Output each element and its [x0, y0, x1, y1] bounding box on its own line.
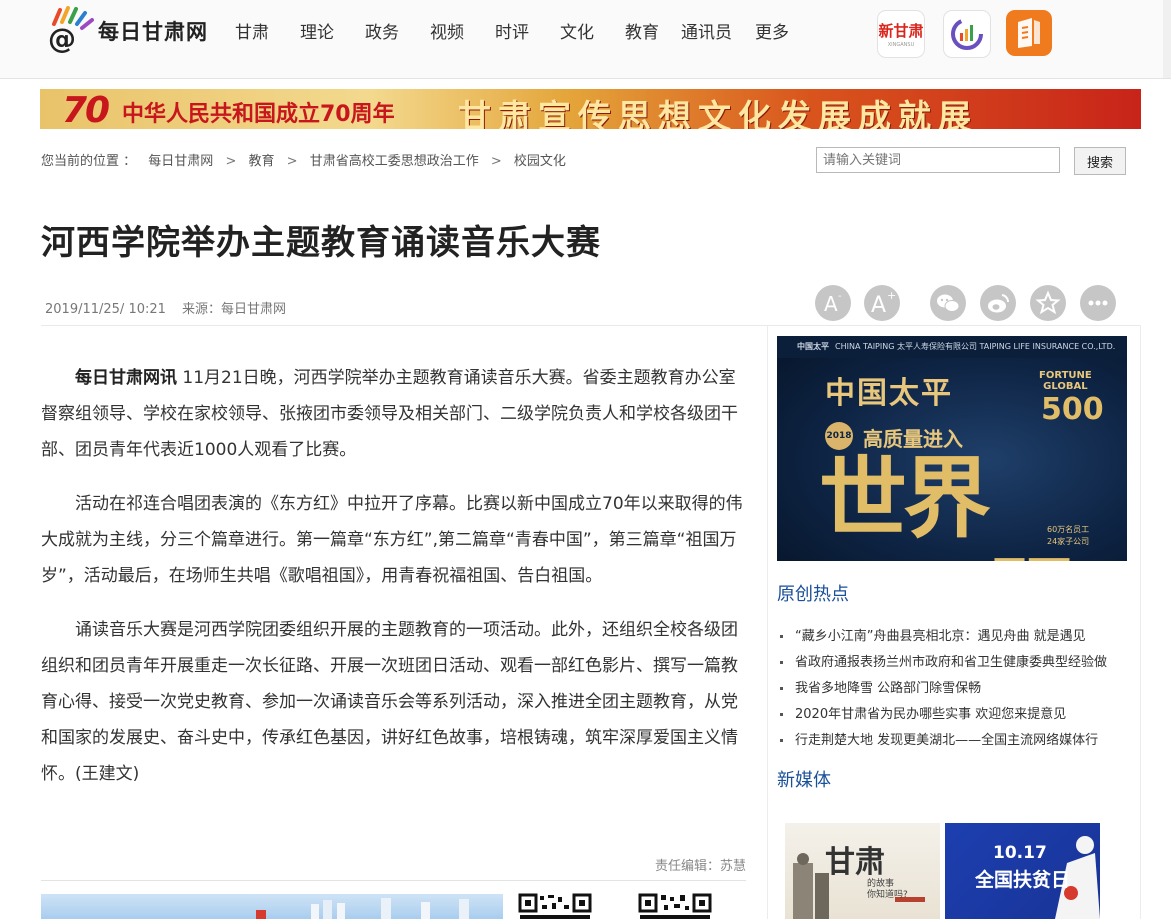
article-source: 来源：每日甘肃网: [182, 302, 287, 317]
exhibition-banner[interactable]: 70 中华人民共和国成立70周年 甘肃宣传思想文化发展成就展: [40, 89, 1141, 129]
wechat-icon[interactable]: [930, 285, 966, 321]
responsible-editor: 责任编辑：苏慧: [654, 859, 746, 874]
bullet-icon: [780, 661, 783, 664]
hot-item[interactable]: 行走荆楚大地 发现更美湖北——全国主流网络媒体行: [780, 729, 1098, 748]
scrollbar[interactable]: [1163, 0, 1171, 78]
xingansu-logo-sub: XINGANSU: [887, 42, 915, 48]
hot-item-text[interactable]: 2020年甘肃省为民办哪些实事 欢迎您来提意见: [795, 707, 1066, 722]
article-lead: 每日甘肃网讯: [75, 368, 177, 388]
bullet-icon: [780, 713, 783, 716]
nav-correspondent[interactable]: 通讯员: [681, 18, 732, 43]
column-divider: [1140, 325, 1141, 919]
banner-anniversary-text: 中华人民共和国成立70周年: [122, 102, 395, 127]
media1-subtitle-line: 你知道吗?: [867, 890, 908, 900]
media1-subtitle-line: 的故事: [867, 879, 895, 889]
font-smaller-icon[interactable]: A-: [815, 285, 851, 321]
ad-year-badge: 2018: [825, 422, 853, 450]
media1-big-text: 甘肃: [825, 845, 885, 880]
bullet-icon: [780, 739, 783, 742]
hot-item-text[interactable]: 我省多地降雪 公路部门除雪保畅: [795, 681, 981, 696]
svg-text:A: A: [871, 293, 886, 318]
more-icon[interactable]: [1080, 285, 1116, 321]
weibo-icon[interactable]: [980, 285, 1016, 321]
breadcrumb-separator: >: [286, 154, 298, 169]
divider: [41, 325, 1141, 326]
media-thumbnail-gansu-story[interactable]: 甘肃 的故事 你知道吗?: [785, 823, 940, 919]
hot-item[interactable]: 我省多地降雪 公路部门除雪保畅: [780, 677, 981, 696]
search-button[interactable]: 搜索: [1074, 147, 1126, 175]
nav-theory[interactable]: 理论: [300, 18, 334, 43]
chart-app-icon[interactable]: [943, 10, 991, 58]
logo-text[interactable]: 每日甘肃网: [98, 16, 208, 46]
article-paragraph: 诵读音乐大赛是河西学院团委组织开展的主题教育的一项活动。此外，还组织全校各级团组…: [41, 620, 738, 784]
article-paragraph: 每日甘肃网讯 11月21日晚，河西学院举办主题教育诵读音乐大赛。省委主题教育办公…: [41, 360, 746, 468]
hot-item[interactable]: 省政府通报表扬兰州市政府和省卫生健康委典型经验做: [780, 651, 1107, 670]
ad-employees: 60万名员工: [1047, 525, 1090, 534]
breadcrumb: 您当前的位置 ： 每日甘肃网 > 教育 > 甘肃省高校工委思想政治工作 > 校园…: [41, 150, 566, 169]
media2-date: 10.17: [993, 843, 1047, 863]
sidebar-ad[interactable]: 中国太平 CHINA TAIPING 太平人寿保险有限公司 TAIPING LIF…: [777, 336, 1127, 561]
favorite-icon[interactable]: [1030, 285, 1066, 321]
site-header: @ 每日甘肃网 甘肃 理论 政务 视频 时评 文化 教育 通讯员 更多 新甘肃 …: [0, 0, 1171, 79]
ad-header-bar: 中国太平 CHINA TAIPING 太平人寿保险有限公司 TAIPING LIF…: [777, 336, 1127, 358]
breadcrumb-education[interactable]: 教育: [248, 154, 274, 169]
hot-item-text[interactable]: “藏乡小江南”舟曲县亮相北京：遇见舟曲 就是遇见: [795, 629, 1086, 644]
qr-code-image: [638, 893, 712, 919]
ad-header-cn: 中国太平: [797, 342, 829, 351]
svg-text:+: +: [887, 289, 896, 302]
nav-more[interactable]: 更多: [755, 18, 789, 43]
nav-gansu[interactable]: 甘肃: [235, 18, 269, 43]
ad-global-500: 500: [1041, 392, 1104, 427]
hot-item-text[interactable]: 省政府通报表扬兰州市政府和省卫生健康委典型经验做: [795, 655, 1107, 670]
ad-fortune-label: FORTUNE GLOBAL: [1039, 370, 1092, 392]
ad-fortune-text: FORTUNE: [1039, 370, 1092, 381]
breadcrumb-political-work[interactable]: 甘肃省高校工委思想政治工作: [310, 154, 479, 169]
media1-subtitle: 的故事 你知道吗?: [867, 879, 908, 901]
qr-code-image: [518, 893, 592, 919]
svg-text:A: A: [824, 292, 838, 316]
article-paragraph: 活动在祁连合唱团表演的《东方红》中拉开了序幕。比赛以新中国成立70年以来取得的伟…: [41, 494, 743, 586]
new-media-title[interactable]: 新媒体: [777, 766, 831, 792]
media-thumbnail-poverty-day[interactable]: 10.17 全国扶贫日: [945, 823, 1100, 919]
font-larger-icon[interactable]: A +: [864, 285, 900, 321]
nav-politics[interactable]: 政务: [365, 18, 399, 43]
hot-topics-title[interactable]: 原创热点: [777, 580, 849, 606]
column-divider: [767, 325, 768, 919]
book-app-icon[interactable]: [1006, 10, 1052, 56]
hot-item[interactable]: “藏乡小江南”舟曲县亮相北京：遇见舟曲 就是遇见: [780, 625, 1086, 644]
media2-title: 全国扶贫日: [975, 869, 1071, 891]
article-title: 河西学院举办主题教育诵读音乐大赛: [41, 223, 601, 263]
ad-small-text: 60万名员工 24家子公司: [1047, 524, 1089, 548]
logo-icon: @: [48, 6, 94, 55]
nav-education[interactable]: 教育: [625, 18, 659, 43]
breadcrumb-home[interactable]: 每日甘肃网: [148, 154, 213, 169]
article-meta: 2019/11/25/ 10:21 来源：每日甘肃网: [45, 298, 286, 317]
bullet-icon: [780, 687, 783, 690]
xingansu-logo-text: 新甘肃: [878, 22, 924, 40]
hot-item[interactable]: 2020年甘肃省为民办哪些实事 欢迎您来提意见: [780, 703, 1066, 722]
svg-text:@: @: [48, 22, 76, 54]
banner-70-number: 70: [62, 90, 110, 129]
nav-culture[interactable]: 文化: [560, 18, 594, 43]
article-date: 2019/11/25/ 10:21: [45, 302, 166, 317]
bottom-ad-image[interactable]: [41, 894, 503, 919]
article-body: 每日甘肃网讯 11月21日晚，河西学院举办主题教育诵读音乐大赛。省委主题教育办公…: [41, 360, 746, 810]
breadcrumb-campus-culture[interactable]: 校园文化: [514, 154, 566, 169]
banner-exhibition-text: 甘肃宣传思想文化发展成就展: [458, 97, 978, 129]
ad-header-line: CHINA TAIPING 太平人寿保险有限公司 TAIPING LIFE IN…: [835, 342, 1116, 351]
breadcrumb-separator: >: [225, 154, 237, 169]
ad-global-text: GLOBAL: [1043, 381, 1088, 392]
divider: [41, 880, 746, 881]
xingansu-app-icon[interactable]: 新甘肃 XINGANSU: [877, 10, 925, 58]
ad-brand-text: 中国太平: [825, 376, 953, 411]
breadcrumb-prefix: 您当前的位置 ：: [41, 154, 137, 169]
hot-item-text[interactable]: 行走荆楚大地 发现更美湖北——全国主流网络媒体行: [795, 733, 1098, 748]
nav-commentary[interactable]: 时评: [495, 18, 529, 43]
bullet-icon: [780, 635, 783, 638]
nav-video[interactable]: 视频: [430, 18, 464, 43]
ad-subsidiaries: 24家子公司: [1047, 537, 1090, 546]
search-input[interactable]: [816, 147, 1060, 173]
breadcrumb-separator: >: [490, 154, 502, 169]
svg-text:-: -: [838, 291, 842, 302]
